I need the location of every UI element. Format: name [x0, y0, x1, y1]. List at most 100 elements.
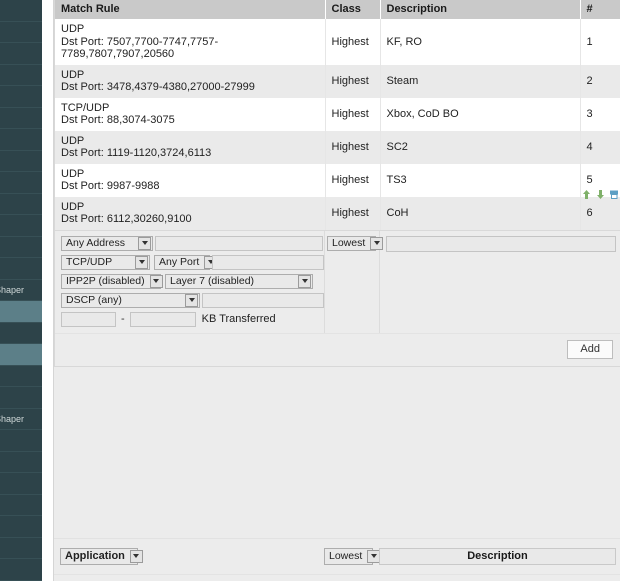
protocol-select[interactable]: TCP/UDP — [61, 254, 150, 270]
application-select[interactable]: Application — [60, 547, 143, 565]
add-rule-button[interactable]: Add — [567, 339, 613, 359]
address-row: Any Address — [61, 235, 324, 251]
ipp2p-layer7-row: IPP2P (disabled) Layer 7 (disabled) — [61, 273, 324, 289]
sidebar-item-23[interactable] — [0, 495, 42, 516]
sidebar-item-label: Traffic Shaper — [0, 284, 25, 295]
sidebar-item-8[interactable] — [0, 172, 42, 194]
chevron-down-icon — [135, 255, 148, 269]
app-rule-description-cell: Description — [379, 547, 620, 565]
port-input[interactable] — [212, 254, 324, 270]
sidebar-item-16[interactable] — [0, 344, 42, 366]
cell-class: Highest — [325, 97, 381, 131]
cell-match-rule: UDP Dst Port: 7507,7700-7747,7757-7789,78… — [55, 19, 326, 65]
cell-class: Highest — [325, 163, 381, 197]
ipp2p-select[interactable]: IPP2P (disabled) — [61, 273, 163, 289]
port-type-select[interactable]: Any Port — [154, 254, 218, 270]
sidebar-item-24[interactable] — [0, 516, 42, 538]
kb-to-input[interactable] — [129, 311, 196, 327]
cell-description: KF, RO — [380, 19, 581, 65]
rule-ports: Dst Port: 88,3074-3075 — [61, 114, 175, 126]
column-header-class[interactable]: Class — [325, 0, 381, 19]
cell-match-rule: UDP Dst Port: 1119-1120,3724,6113 — [55, 130, 326, 164]
app-rule-action-bar: Add — [54, 573, 620, 581]
match-rules-body: UDP Dst Port: 7507,7700-7747,7757-7789,78… — [55, 19, 620, 230]
sidebar-item-20[interactable] — [0, 430, 42, 452]
sidebar-item-15[interactable] — [0, 323, 42, 344]
sidebar-item-7[interactable] — [0, 151, 42, 172]
cell-class: Highest — [325, 130, 381, 164]
column-header-match-rule[interactable]: Match Rule — [55, 0, 326, 19]
chevron-down-icon — [138, 236, 151, 250]
rule-protocol: UDP — [61, 134, 85, 147]
column-header-description[interactable]: Description — [380, 0, 581, 19]
sidebar-item-19[interactable]: Traffic Shaper — [0, 409, 42, 430]
dscp-select[interactable]: DSCP (any) — [61, 292, 200, 308]
sidebar-item-10[interactable] — [0, 215, 42, 237]
sidebar-item-6[interactable] — [0, 129, 42, 151]
app-rule-class-cell: Lowest — [324, 547, 381, 565]
cell-number: 4 — [580, 130, 620, 164]
rule-ports: Dst Port: 6112,30260,9100 — [61, 213, 192, 225]
address-input[interactable] — [155, 235, 323, 251]
main-content: Match Rule Class Description # UDP Dst Po… — [53, 0, 620, 581]
match-rules-panel: Match Rule Class Description # UDP Dst Po… — [54, 0, 620, 367]
layer7-select[interactable]: Layer 7 (disabled) — [165, 273, 313, 289]
row-action-icons — [581, 189, 620, 200]
sidebar-item-21[interactable] — [0, 452, 42, 473]
sidebar-item-13[interactable]: Traffic Shaper — [0, 280, 42, 301]
sidebar-item-label: Traffic Shaper — [0, 413, 25, 424]
app-rule-form: Application Lowest Description — [54, 538, 620, 574]
table-row[interactable]: UDP Dst Port: 9987-9988 Highest TS3 5 — [55, 163, 620, 197]
table-row[interactable]: UDP Dst Port: 1119-1120,3724,6113 Highest S… — [55, 130, 620, 164]
add-rule-action-bar: Add — [55, 332, 620, 366]
rule-ports: Dst Port: 1119-1120,3724,6113 — [61, 147, 212, 159]
chevron-down-icon — [185, 293, 198, 307]
table-row[interactable]: UDP Dst Port: 6112,30260,9100 Highest CoH 6 — [55, 189, 620, 230]
sidebar-item-4[interactable] — [0, 86, 42, 108]
description-input[interactable] — [386, 235, 616, 252]
rule-ports: Dst Port: 9987-9988 — [61, 180, 160, 192]
cell-number: 1 — [580, 19, 620, 65]
sidebar-nav[interactable]: Traffic Shaper Traffic Shaper — [0, 0, 42, 581]
table-header-row: Match Rule Class Description # — [55, 0, 620, 19]
app-class-select[interactable]: Lowest — [324, 547, 381, 565]
sidebar-item-12[interactable] — [0, 258, 42, 280]
sidebar-item-1[interactable] — [0, 22, 42, 43]
sidebar-item-22[interactable] — [0, 473, 42, 495]
app-rule-application-cell: Application — [60, 547, 324, 565]
cell-number: 6 — [580, 189, 620, 230]
add-rule-class-cell: Lowest — [325, 230, 384, 333]
sidebar-item-25[interactable] — [0, 538, 42, 559]
sidebar-item-14[interactable] — [0, 301, 42, 323]
app-description-field[interactable]: Description — [379, 547, 616, 565]
dscp-input[interactable] — [202, 292, 324, 308]
rule-ports: Dst Port: 7507,7700-7747,7757-7789,7807,… — [61, 35, 219, 61]
cell-description: TS3 — [380, 163, 581, 197]
table-row[interactable]: UDP Dst Port: 3478,4379-4380,27000-27999 H… — [55, 64, 620, 98]
sidebar-item-0[interactable] — [0, 0, 42, 22]
sidebar-item-5[interactable] — [0, 108, 42, 129]
table-row[interactable]: UDP Dst Port: 7507,7700-7747,7757-7789,78… — [55, 19, 620, 65]
address-type-select[interactable]: Any Address — [61, 235, 153, 251]
sidebar-item-26[interactable] — [0, 559, 42, 581]
add-rule-match-fields: Any Address TCP/UDP Any Port IPP2P (disa… — [55, 230, 325, 333]
move-up-icon[interactable] — [581, 189, 592, 200]
column-header-number[interactable]: # — [580, 0, 620, 19]
cell-description: CoH — [380, 196, 581, 230]
sidebar-item-9[interactable] — [0, 194, 42, 215]
sidebar-item-18[interactable] — [0, 387, 42, 409]
kb-from-input[interactable] — [61, 311, 116, 327]
sidebar-item-2[interactable] — [0, 43, 42, 65]
sidebar-item-3[interactable] — [0, 65, 42, 86]
rule-protocol: UDP — [61, 68, 85, 81]
sidebar-item-11[interactable] — [0, 237, 42, 258]
sidebar-item-17[interactable] — [0, 366, 42, 387]
chevron-down-icon — [298, 274, 311, 288]
move-down-icon[interactable] — [595, 189, 606, 200]
class-select[interactable]: Lowest — [327, 235, 384, 251]
cell-number: 3 — [580, 97, 620, 131]
table-row[interactable]: TCP/UDP Dst Port: 88,3074-3075 Highest Xbox… — [55, 97, 620, 131]
kb-range-separator: - — [121, 313, 125, 325]
duplicate-icon[interactable] — [609, 189, 620, 200]
cell-match-rule: UDP Dst Port: 6112,30260,9100 — [55, 196, 326, 230]
